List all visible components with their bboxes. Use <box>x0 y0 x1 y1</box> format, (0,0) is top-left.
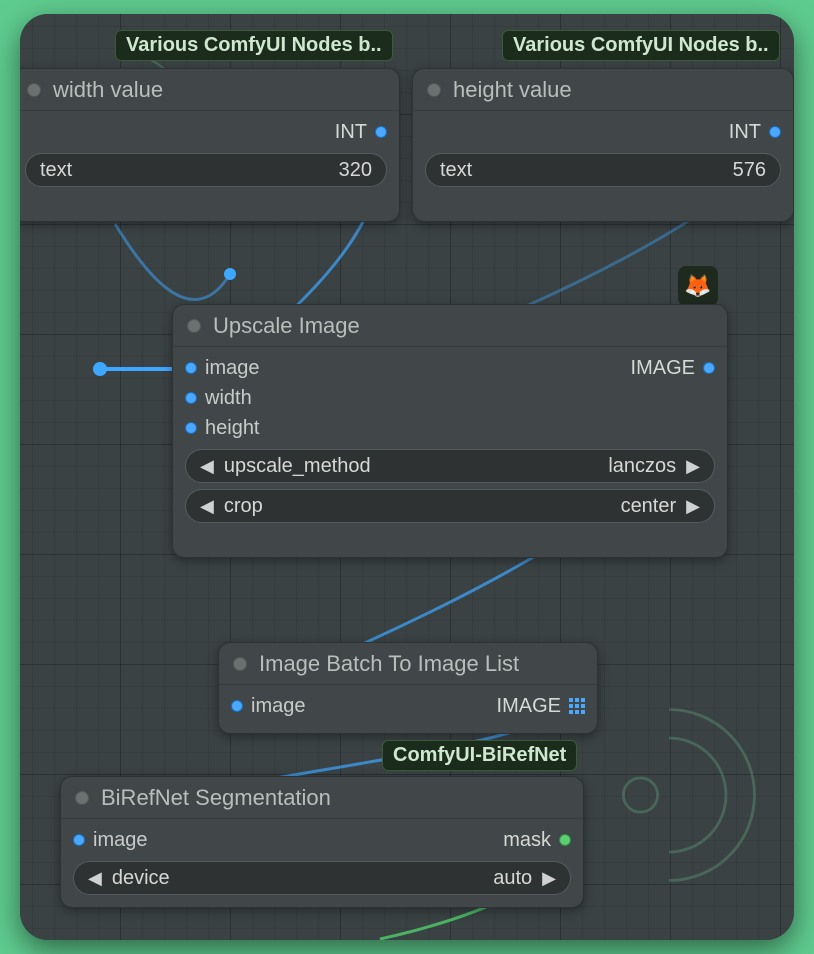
node-birefnet-segmentation[interactable]: BiRefNet Segmentation image mask ◀ devic… <box>60 776 584 908</box>
node-header[interactable]: height value <box>413 69 793 111</box>
chevron-left-icon[interactable]: ◀ <box>200 456 214 477</box>
chevron-right-icon[interactable]: ▶ <box>686 496 700 517</box>
badge-various-2: Various ComfyUI Nodes b.. <box>502 30 780 61</box>
input-port-height[interactable] <box>185 422 197 434</box>
input-label-width: width <box>205 387 252 410</box>
chevron-right-icon[interactable]: ▶ <box>686 456 700 477</box>
node-upscale-image[interactable]: Upscale Image image IMAGE width <box>172 304 728 558</box>
field-text[interactable]: text 320 <box>25 153 387 187</box>
node-title: width value <box>53 77 163 103</box>
fox-icon: 🦊 <box>678 266 718 306</box>
input-label-image: image <box>205 357 259 380</box>
field-value[interactable]: 320 <box>339 159 372 182</box>
output-label-int: INT <box>729 121 761 144</box>
collapse-dot-icon[interactable] <box>27 83 41 97</box>
field-upscale-method[interactable]: ◀ upscale_method lanczos ▶ <box>185 449 715 483</box>
field-label: text <box>40 159 72 182</box>
node-title: height value <box>453 77 572 103</box>
node-title: Upscale Image <box>213 313 360 339</box>
input-port-image[interactable] <box>185 362 197 374</box>
node-header[interactable]: BiRefNet Segmentation <box>61 777 583 819</box>
field-label: crop <box>224 495 263 518</box>
output-port-image[interactable] <box>703 362 715 374</box>
node-title: BiRefNet Segmentation <box>101 785 331 811</box>
output-port-int[interactable] <box>769 126 781 138</box>
input-label-image: image <box>93 829 147 852</box>
input-port-width[interactable] <box>185 392 197 404</box>
badge-birefnet: ComfyUI-BiRefNet <box>382 740 577 771</box>
chevron-left-icon[interactable]: ◀ <box>200 496 214 517</box>
node-height-value[interactable]: height value INT text 576 <box>412 68 794 222</box>
node-header[interactable]: width value <box>20 69 399 111</box>
collapse-dot-icon[interactable] <box>75 791 89 805</box>
field-label: upscale_method <box>224 455 371 478</box>
node-header[interactable]: Upscale Image <box>173 305 727 347</box>
node-width-value[interactable]: width value INT text 320 <box>20 68 400 222</box>
input-label-image: image <box>251 695 305 718</box>
node-header[interactable]: Image Batch To Image List <box>219 643 597 685</box>
output-label-image: IMAGE <box>631 357 695 380</box>
output-label-mask: mask <box>503 829 551 852</box>
field-value[interactable]: 576 <box>733 159 766 182</box>
field-label: text <box>440 159 472 182</box>
field-label: device <box>112 867 170 890</box>
node-image-batch-to-list[interactable]: Image Batch To Image List image IMAGE <box>218 642 598 734</box>
badge-various-1: Various ComfyUI Nodes b.. <box>115 30 393 61</box>
fox-emoji: 🦊 <box>684 273 711 299</box>
field-text[interactable]: text 576 <box>425 153 781 187</box>
field-device[interactable]: ◀ device auto ▶ <box>73 861 571 895</box>
field-value: auto <box>493 867 532 890</box>
chevron-right-icon[interactable]: ▶ <box>542 868 556 889</box>
field-value: lanczos <box>608 455 676 478</box>
list-output-icon[interactable] <box>569 698 585 714</box>
output-label-int: INT <box>335 121 367 144</box>
input-port-image[interactable] <box>231 700 243 712</box>
input-port-image[interactable] <box>73 834 85 846</box>
output-port-mask[interactable] <box>559 834 571 846</box>
collapse-dot-icon[interactable] <box>233 657 247 671</box>
field-crop[interactable]: ◀ crop center ▶ <box>185 489 715 523</box>
input-label-height: height <box>205 417 260 440</box>
output-label-image: IMAGE <box>497 695 561 718</box>
canvas-frame: Various ComfyUI Nodes b.. Various ComfyU… <box>20 14 794 940</box>
collapse-dot-icon[interactable] <box>187 319 201 333</box>
chevron-left-icon[interactable]: ◀ <box>88 868 102 889</box>
output-port-int[interactable] <box>375 126 387 138</box>
node-title: Image Batch To Image List <box>259 651 519 677</box>
collapse-dot-icon[interactable] <box>427 83 441 97</box>
field-value: center <box>621 495 677 518</box>
